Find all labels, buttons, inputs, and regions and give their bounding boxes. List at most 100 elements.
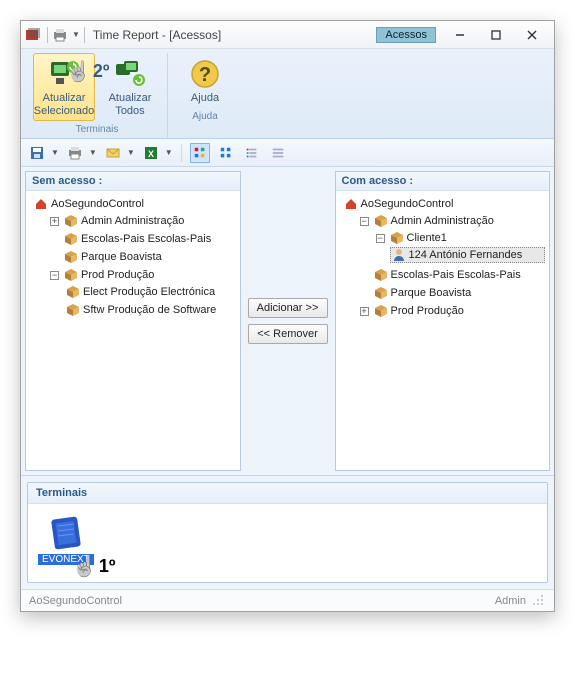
- ribbon-btn-ajuda[interactable]: ? Ajuda: [174, 53, 236, 108]
- ribbon-tab-acessos[interactable]: Acessos: [376, 27, 436, 43]
- close-button[interactable]: [514, 24, 550, 46]
- view-icons-icon[interactable]: [216, 143, 236, 163]
- ribbon-btn-label: Atualizar Todos: [102, 92, 158, 118]
- tree-item[interactable]: − Cliente1: [374, 230, 546, 246]
- tree-item[interactable]: + Prod Produção: [358, 303, 546, 319]
- ribbon-group-terminais: Atualizar Selecionado ☝ 2º Atualizar Tod…: [27, 53, 167, 138]
- tree-com-acesso[interactable]: AoSegundoControl − Admin Administração: [336, 191, 550, 470]
- quick-print-icon[interactable]: [52, 27, 68, 43]
- box-icon: [374, 214, 388, 228]
- terminais-section: Terminais EVONEXT ☝ 1º: [21, 476, 554, 589]
- expander-minus-icon[interactable]: −: [376, 234, 385, 243]
- tree-item-selected[interactable]: 124 António Fernandes: [390, 247, 546, 263]
- tree-sem-acesso[interactable]: AoSegundoControl + Admin Administração: [26, 191, 240, 470]
- tree-label: Escolas-Pais Escolas-Pais: [391, 269, 521, 281]
- window-title: Time Report - [Acessos]: [93, 28, 221, 42]
- box-icon: [374, 304, 388, 318]
- tree-label: Prod Produção: [81, 269, 154, 281]
- box-icon: [374, 268, 388, 282]
- title-bar: ▼ Time Report - [Acessos] Acessos: [21, 21, 554, 49]
- help-icon: ?: [189, 58, 221, 90]
- ribbon-btn-label: Ajuda: [191, 92, 219, 105]
- view-list-icon[interactable]: [242, 143, 262, 163]
- dropdown-icon[interactable]: ▼: [165, 148, 173, 157]
- box-icon: [66, 303, 80, 317]
- expander-plus-icon[interactable]: +: [360, 307, 369, 316]
- tree-item[interactable]: Parque Boavista: [48, 249, 236, 265]
- tree-item[interactable]: Parque Boavista: [358, 285, 546, 301]
- box-icon: [66, 285, 80, 299]
- tree-root[interactable]: AoSegundoControl: [342, 196, 546, 212]
- svg-text:X: X: [148, 149, 154, 159]
- dropdown-icon[interactable]: ▼: [51, 148, 59, 157]
- terminals-refresh-icon: [114, 58, 146, 90]
- box-icon: [374, 286, 388, 300]
- svg-text:?: ?: [199, 64, 211, 86]
- home-icon: [34, 197, 48, 211]
- annotation-hand-1: ☝ 1º: [72, 554, 116, 579]
- save-icon[interactable]: [27, 143, 47, 163]
- box-icon: [64, 214, 78, 228]
- remove-button[interactable]: << Remover: [248, 324, 328, 344]
- hand-pointer-icon: ☝: [72, 554, 97, 579]
- panel-header: Com acesso :: [336, 172, 550, 191]
- terminal-refresh-icon: [48, 58, 80, 90]
- ribbon-btn-atualizar-selecionado[interactable]: Atualizar Selecionado ☝ 2º: [33, 53, 95, 121]
- tree-label: Cliente1: [407, 232, 447, 244]
- main-area: Sem acesso : AoSegundoControl + Admin Ad…: [21, 167, 554, 476]
- ribbon: Atualizar Selecionado ☝ 2º Atualizar Tod…: [21, 49, 554, 139]
- dropdown-icon[interactable]: ▼: [127, 148, 135, 157]
- print-icon[interactable]: [65, 143, 85, 163]
- app-icon: [25, 27, 41, 43]
- terminal-device-icon: [47, 514, 85, 552]
- expander-minus-icon[interactable]: −: [50, 271, 59, 280]
- separator: [181, 144, 182, 162]
- expander-plus-icon[interactable]: +: [50, 217, 59, 226]
- status-right: Admin: [495, 595, 526, 607]
- app-window: ▼ Time Report - [Acessos] Acessos Atuali…: [20, 20, 555, 612]
- status-left: AoSegundoControl: [29, 595, 122, 607]
- resize-grip-icon[interactable]: [532, 594, 546, 608]
- tree-label: Elect Produção Electrónica: [83, 286, 215, 298]
- tree-label: Sftw Produção de Software: [83, 304, 216, 316]
- terminais-body: EVONEXT ☝ 1º: [28, 504, 547, 582]
- tree-item[interactable]: Sftw Produção de Software: [64, 302, 236, 318]
- email-icon[interactable]: [103, 143, 123, 163]
- tree-item[interactable]: Escolas-Pais Escolas-Pais: [358, 267, 546, 283]
- separator: [47, 27, 48, 43]
- maximize-button[interactable]: [478, 24, 514, 46]
- minimize-button[interactable]: [442, 24, 478, 46]
- excel-icon[interactable]: X: [141, 143, 161, 163]
- home-icon: [344, 197, 358, 211]
- tree-item[interactable]: − Prod Produção: [48, 267, 236, 283]
- ribbon-btn-label: Atualizar Selecionado: [34, 92, 95, 118]
- terminal-item[interactable]: EVONEXT ☝ 1º: [38, 514, 94, 565]
- box-icon: [390, 231, 404, 245]
- tree-item[interactable]: Elect Produção Electrónica: [64, 284, 236, 300]
- panel-header: Sem acesso :: [26, 172, 240, 191]
- expander-minus-icon[interactable]: −: [360, 217, 369, 226]
- status-bar: AoSegundoControl Admin: [21, 589, 554, 611]
- tree-item[interactable]: Escolas-Pais Escolas-Pais: [48, 231, 236, 247]
- view-icons-color-icon[interactable]: [190, 143, 210, 163]
- ribbon-group-label: Terminais: [33, 123, 161, 136]
- ribbon-group-label: Ajuda: [174, 110, 236, 123]
- tree-root[interactable]: AoSegundoControl: [32, 196, 236, 212]
- tree-item[interactable]: − Admin Administração: [358, 213, 546, 229]
- panel-com-acesso: Com acesso : AoSegundoControl − Admin Ad…: [335, 171, 551, 471]
- box-icon: [64, 268, 78, 282]
- box-icon: [64, 232, 78, 246]
- ribbon-group-ajuda: ? Ajuda Ajuda: [167, 53, 242, 138]
- tree-label: Parque Boavista: [81, 251, 162, 263]
- quick-dropdown-icon[interactable]: ▼: [72, 30, 80, 39]
- tree-label: Admin Administração: [81, 215, 184, 227]
- tree-item[interactable]: + Admin Administração: [48, 213, 236, 229]
- panel-sem-acesso: Sem acesso : AoSegundoControl + Admin Ad…: [25, 171, 241, 471]
- box-icon: [64, 250, 78, 264]
- dropdown-icon[interactable]: ▼: [89, 148, 97, 157]
- terminais-header: Terminais: [28, 483, 547, 504]
- add-button[interactable]: Adicionar >>: [248, 298, 328, 318]
- ribbon-btn-atualizar-todos[interactable]: Atualizar Todos: [99, 53, 161, 121]
- tree-label: Prod Produção: [391, 305, 464, 317]
- view-details-icon[interactable]: [268, 143, 288, 163]
